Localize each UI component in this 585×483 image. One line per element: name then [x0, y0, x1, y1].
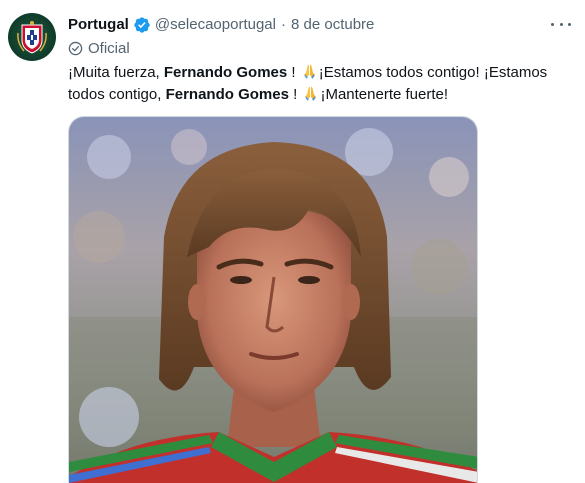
verified-badge-icon[interactable]: [133, 16, 151, 34]
folded-hands-emoji-icon: [305, 86, 317, 101]
tweet-header: Portugal @selecaoportugal · 8 de octubre: [68, 14, 374, 36]
tweet-card[interactable]: Portugal @selecaoportugal · 8 de octubre…: [0, 0, 585, 483]
author-name[interactable]: Portugal: [68, 15, 129, 35]
more-options-icon[interactable]: [551, 16, 571, 32]
tweet-text-segment: ¡Mantenerte fuerte!: [320, 86, 449, 103]
portugal-crest-icon: [17, 21, 47, 54]
tweet-text-segment: ¡Muita fuerza,: [68, 64, 164, 81]
official-check-circle-icon: [68, 41, 83, 55]
official-label: Oficial: [68, 38, 130, 58]
player-portrait-photo: [69, 117, 477, 483]
separator-dot: ·: [280, 16, 286, 33]
tweet-text-segment: !: [287, 64, 300, 81]
mention-name: Fernando Gomes: [163, 64, 288, 81]
author-handle[interactable]: @selecaoportugal: [155, 15, 276, 35]
mention-name: Fernando Gomes: [165, 86, 289, 103]
official-label-text: Oficial: [88, 39, 130, 57]
tweet-photo[interactable]: [68, 116, 478, 483]
tweet-text-segment: !: [288, 86, 302, 103]
folded-hands-emoji-icon: [303, 64, 315, 79]
avatar[interactable]: [8, 13, 56, 61]
tweet-date[interactable]: 8 de octubre: [291, 15, 374, 35]
tweet-text: ¡Muita fuerza, Fernando Gomes ! ¡Estamos…: [68, 62, 573, 106]
